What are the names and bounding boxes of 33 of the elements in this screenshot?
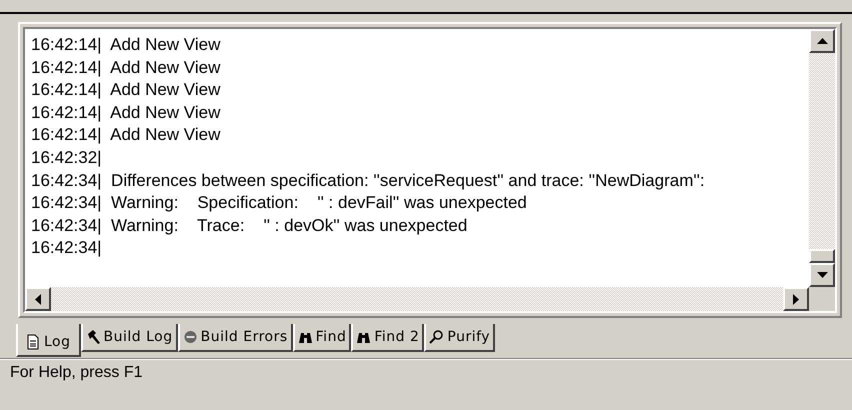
log-line: 16:42:34| Differences between specification: ''serviceRequest'' and trace: ''NewDiagram'': [31, 170, 705, 192]
status-text: For Help, press F1 [0, 359, 852, 386]
tab[interactable]: Find [292, 324, 352, 352]
down-arrow-icon [816, 272, 828, 278]
magnifier-icon [429, 329, 444, 345]
log-line: 16:42:34| Warning: Specification: '' : devFail'' was unexpected [31, 192, 527, 214]
scroll-left-button[interactable] [25, 287, 51, 311]
scroll-thumb[interactable] [809, 249, 835, 263]
hammer-icon [86, 329, 101, 345]
log-line: 16:42:32| [31, 146, 102, 169]
tab[interactable]: Find 2 [351, 324, 424, 352]
scroll-down-button[interactable] [809, 263, 835, 287]
log-line: 16:42:34| [31, 237, 102, 260]
log-line: 16:42:14| Add New View [31, 124, 220, 146]
right-arrow-icon [793, 294, 799, 304]
document-icon [26, 334, 41, 350]
log-line: 16:42:14| Add New View [31, 56, 220, 79]
tab[interactable]: Build Errors [178, 324, 293, 352]
tab[interactable]: Build Log [80, 324, 178, 352]
stop-icon [182, 329, 198, 345]
up-arrow-icon [816, 38, 828, 44]
log-line: 16:42:34| Warning: Trace: '' : devOk'' was unexpected [31, 214, 468, 237]
scrollbar-corner [809, 287, 835, 311]
tab[interactable]: Purify [424, 324, 496, 352]
log-line: 16:42:14| Add New View [31, 102, 220, 124]
left-arrow-icon [35, 294, 41, 304]
log-line: 16:42:14| Add New View [31, 79, 220, 102]
scroll-right-button[interactable] [783, 287, 809, 311]
vertical-scrollbar[interactable] [809, 29, 835, 287]
tab[interactable]: Log [16, 324, 81, 357]
scroll-up-button[interactable] [809, 29, 835, 53]
horizontal-scrollbar[interactable] [25, 287, 809, 311]
log-line: 16:42:14| Add New View [31, 34, 220, 56]
